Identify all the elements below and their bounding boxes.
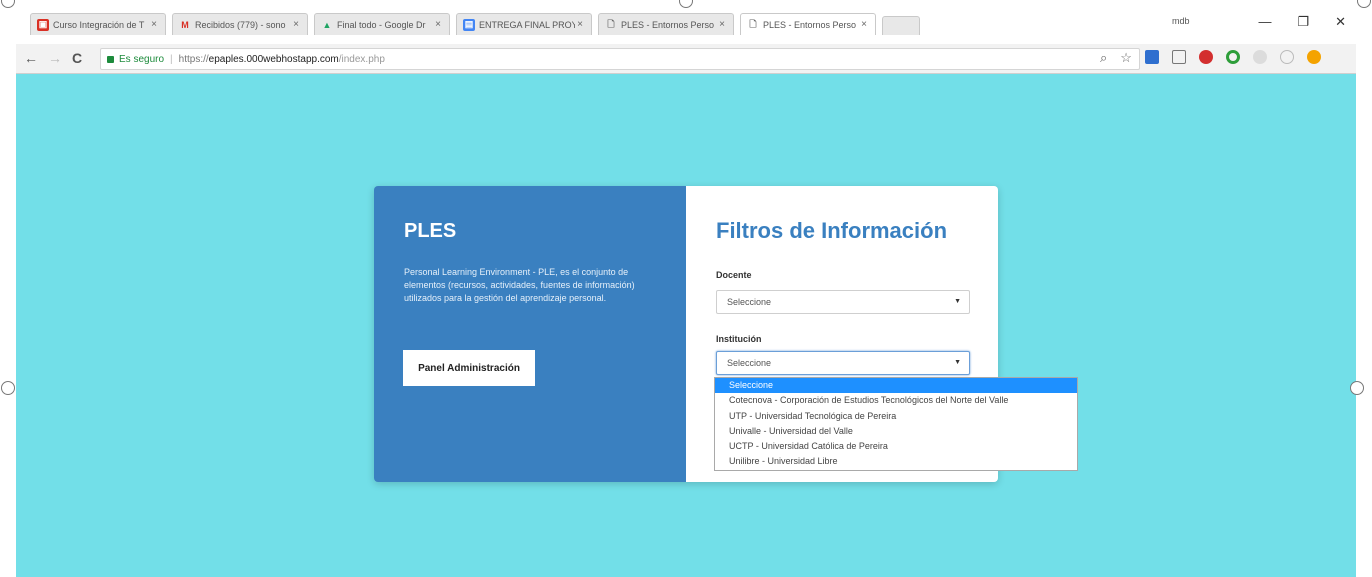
drive-icon: ▲ <box>322 19 332 30</box>
resize-handle[interactable] <box>1350 381 1364 395</box>
app-title: PLES <box>404 220 457 242</box>
tab-list: ▣ Curso Integración de T × M Recibidos (… <box>30 13 920 35</box>
browser-tab-drive[interactable]: ▲ Final todo - Google Dr × <box>314 13 450 35</box>
zoom-icon[interactable]: ⌕ <box>1100 50 1107 66</box>
tab-title: PLES - Entornos Perso <box>763 19 857 30</box>
nav-buttons: ← → C <box>24 50 82 66</box>
filters-title: Filtros de Información <box>716 218 948 243</box>
browser-tab-docs[interactable]: ▤ ENTREGA FINAL PROY × <box>456 13 592 35</box>
intro-panel: PLES Personal Learning Environment - PLE… <box>374 186 686 482</box>
favicon-icon: ▣ <box>37 18 49 31</box>
extension-icon[interactable] <box>1252 50 1267 64</box>
stop-extension-icon[interactable] <box>1198 50 1213 64</box>
close-icon[interactable]: ✕ <box>1335 14 1346 30</box>
cast-icon[interactable] <box>1171 50 1186 64</box>
tab-close-icon[interactable]: × <box>433 19 443 30</box>
browser-tab-ples-active[interactable]: 🗋 PLES - Entornos Perso × <box>740 13 876 35</box>
gmail-icon: M <box>181 19 189 30</box>
new-tab-button[interactable] <box>882 16 920 35</box>
tab-title: PLES - Entornos Perso <box>621 19 715 30</box>
extension-icon[interactable] <box>1144 50 1159 64</box>
institucion-label: Institución <box>716 334 762 344</box>
reload-icon[interactable]: C <box>72 50 82 66</box>
institucion-dropdown-list: Seleccione Cotecnova - Corporación de Es… <box>714 377 1078 471</box>
chevron-down-icon: ▼ <box>954 359 961 366</box>
admin-panel-button[interactable]: Panel Administración <box>403 350 535 386</box>
dropdown-option[interactable]: Seleccione <box>715 378 1077 394</box>
url-protocol: https:// <box>178 53 209 65</box>
lock-icon <box>107 55 114 63</box>
browser-tab-gmail[interactable]: M Recibidos (779) - sono × <box>172 13 308 35</box>
forward-icon[interactable]: → <box>48 50 62 66</box>
profile-name[interactable]: mdb <box>1172 16 1190 26</box>
institucion-select[interactable]: Seleccione ▼ <box>716 351 970 375</box>
browser-tab-ples-1[interactable]: 🗋 PLES - Entornos Perso × <box>598 13 734 35</box>
page-viewport: PLES Personal Learning Environment - PLE… <box>16 74 1356 577</box>
secure-label: Es seguro <box>119 53 165 65</box>
tab-close-icon[interactable]: × <box>717 19 727 30</box>
address-bar[interactable]: Es seguro | https:// epaples.000webhosta… <box>100 48 1140 70</box>
institucion-select-value: Seleccione <box>727 358 772 368</box>
dropdown-option[interactable]: Unilibre - Universidad Libre <box>715 454 1077 469</box>
bookmark-star-icon[interactable]: ☆ <box>1120 50 1132 66</box>
docente-select[interactable]: Seleccione ▼ <box>716 290 970 314</box>
docente-label: Docente <box>716 270 752 280</box>
extension-icon[interactable] <box>1279 50 1294 64</box>
app-description: Personal Learning Environment - PLE, es … <box>404 267 635 303</box>
chevron-down-icon: ▼ <box>954 298 961 305</box>
dropdown-option[interactable]: Univalle - Universidad del Valle <box>715 424 1077 439</box>
resize-handle[interactable] <box>1 381 15 395</box>
tab-title: Curso Integración de T <box>53 19 145 30</box>
url-path: /index.php <box>338 53 385 65</box>
browser-toolbar: ← → C Es seguro | https:// epaples.000we… <box>16 44 1356 74</box>
tab-close-icon[interactable]: × <box>575 19 585 30</box>
window-controls: — ❐ ✕ <box>1258 14 1346 30</box>
notification-icon[interactable] <box>1306 50 1321 64</box>
tab-close-icon[interactable]: × <box>291 19 301 30</box>
page-icon: 🗋 <box>749 18 757 29</box>
back-icon[interactable]: ← <box>24 50 38 66</box>
tab-title: Recibidos (779) - sono <box>195 19 286 30</box>
tab-close-icon[interactable]: × <box>149 19 159 30</box>
dropdown-option[interactable]: UCTP - Universidad Católica de Pereira <box>715 439 1077 454</box>
dropdown-option[interactable]: Cotecnova - Corporación de Estudios Tecn… <box>715 393 1077 408</box>
minimize-icon[interactable]: — <box>1258 14 1271 30</box>
url-host: epaples.000webhostapp.com <box>208 53 339 65</box>
maximize-icon[interactable]: ❐ <box>1297 14 1309 30</box>
page-icon: 🗋 <box>607 18 615 29</box>
tab-title: Final todo - Google Dr <box>337 19 426 30</box>
docente-select-value: Seleccione <box>727 297 772 307</box>
tab-title: ENTREGA FINAL PROY <box>479 19 575 30</box>
green-extension-icon[interactable] <box>1225 50 1240 64</box>
extension-icons: ⌕ ☆ <box>1100 50 1321 66</box>
tab-close-icon[interactable]: × <box>859 19 869 30</box>
docs-icon: ▤ <box>463 18 475 31</box>
address-separator: | <box>170 53 173 65</box>
dropdown-option[interactable]: UTP - Universidad Tecnológica de Pereira <box>715 409 1077 424</box>
browser-tab-curso[interactable]: ▣ Curso Integración de T × <box>30 13 166 35</box>
